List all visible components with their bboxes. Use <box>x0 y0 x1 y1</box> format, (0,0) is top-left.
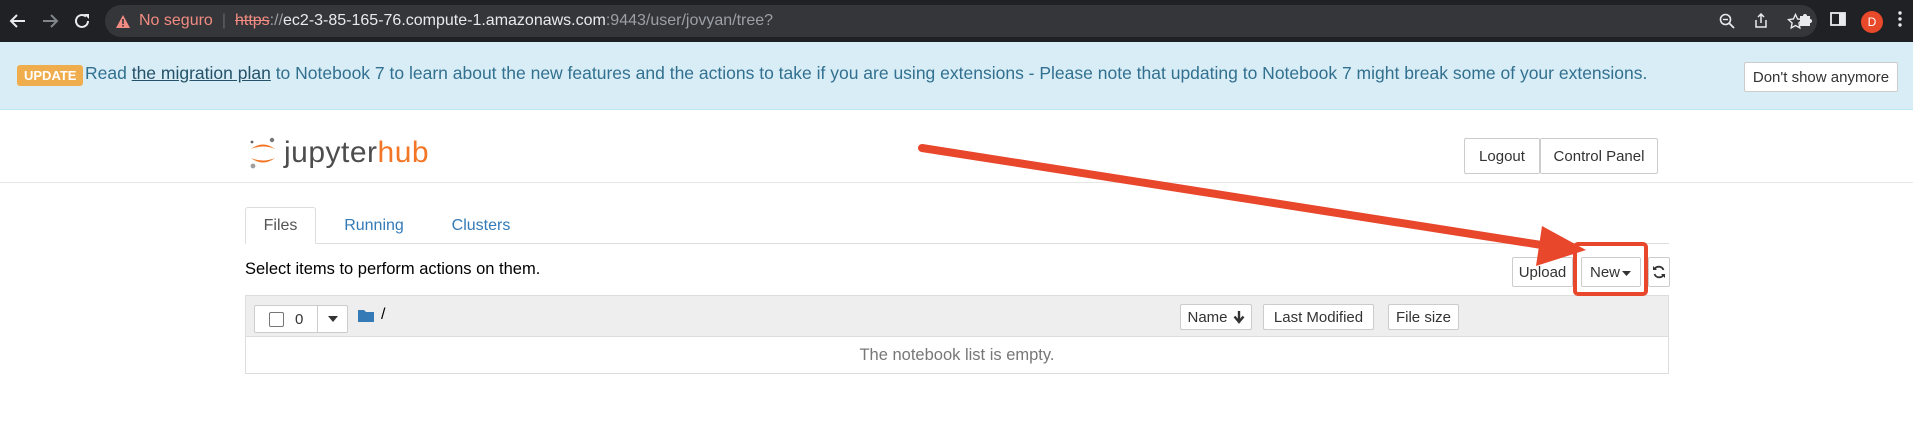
update-text-before: Read <box>85 63 132 83</box>
control-panel-button[interactable]: Control Panel <box>1540 138 1658 174</box>
extensions-icon[interactable] <box>1797 10 1815 33</box>
migration-plan-link[interactable]: the migration plan <box>132 63 271 83</box>
logo-hub-text: hub <box>377 136 430 169</box>
reload-icon[interactable] <box>70 9 94 33</box>
url-scheme-sep: :// <box>269 12 284 29</box>
annotation-highlight-box <box>1573 242 1648 296</box>
jupyterhub-logo[interactable]: jupyter hub <box>248 136 429 170</box>
tab-bar: Files Running Clusters <box>245 207 1669 244</box>
breadcrumb-root[interactable]: / <box>381 306 385 324</box>
update-banner: UPDATE Read the migration plan to Notebo… <box>0 42 1913 110</box>
update-badge: UPDATE <box>17 65 84 86</box>
sort-by-last-modified-button[interactable]: Last Modified <box>1263 304 1374 330</box>
select-divider <box>317 306 318 332</box>
url-host: ec2-3-85-165-76.compute-1.amazonaws.com <box>283 12 606 29</box>
tab-clusters[interactable]: Clusters <box>431 207 531 244</box>
sort-by-file-size-button[interactable]: File size <box>1388 304 1459 330</box>
tab-files[interactable]: Files <box>245 207 316 244</box>
url-scheme: https <box>234 12 270 29</box>
tab-running[interactable]: Running <box>327 207 421 244</box>
url-path: :9443/user/jovyan/tree? <box>605 12 774 29</box>
folder-icon[interactable] <box>358 309 374 322</box>
breadcrumb: / <box>358 306 385 324</box>
dont-show-anymore-button[interactable]: Don't show anymore <box>1744 62 1898 92</box>
selected-count: 0 <box>295 311 304 328</box>
notebook-list: 0 / Name Last Modified File size The not… <box>245 295 1669 374</box>
arrow-down-icon <box>1233 310 1244 324</box>
logo-jupyter-text: jupyter <box>284 136 378 169</box>
selection-instructions: Select items to perform actions on them. <box>245 260 541 278</box>
selection-menu-caret-icon[interactable] <box>328 316 338 322</box>
side-panel-icon[interactable] <box>1829 10 1847 33</box>
logout-button[interactable]: Logout <box>1464 138 1540 174</box>
address-bar[interactable]: No seguro | https://ec2-3-85-165-76.comp… <box>105 5 1817 37</box>
notebook-list-header: 0 / Name Last Modified File size <box>246 296 1668 337</box>
browser-toolbar: No seguro | https://ec2-3-85-165-76.comp… <box>0 0 1913 42</box>
sort-by-name-button[interactable]: Name <box>1180 304 1252 330</box>
back-icon[interactable] <box>6 9 30 33</box>
empty-list-message: The notebook list is empty. <box>859 346 1055 364</box>
security-label[interactable]: No seguro <box>139 12 213 30</box>
update-message: Read the migration plan to Notebook 7 to… <box>85 63 1647 84</box>
share-icon[interactable] <box>1751 11 1771 31</box>
forward-icon[interactable] <box>38 9 62 33</box>
sort-name-label: Name <box>1187 308 1228 326</box>
omnibox-separator: | <box>221 12 226 29</box>
refresh-button[interactable] <box>1648 257 1670 287</box>
zoom-icon[interactable] <box>1717 11 1737 31</box>
upload-button[interactable]: Upload <box>1512 257 1573 287</box>
warning-icon <box>115 14 131 29</box>
jupyter-logo-icon <box>250 137 275 169</box>
refresh-icon <box>1653 265 1665 279</box>
select-all-checkbox[interactable] <box>269 312 284 327</box>
profile-avatar[interactable]: D <box>1861 10 1883 33</box>
select-all-control[interactable]: 0 <box>254 305 348 333</box>
jupyterhub-header: jupyter hub Logout Control Panel <box>0 110 1913 183</box>
update-text-after: to Notebook 7 to learn about the new fea… <box>270 63 1648 83</box>
kebab-menu-icon[interactable] <box>1897 10 1903 33</box>
